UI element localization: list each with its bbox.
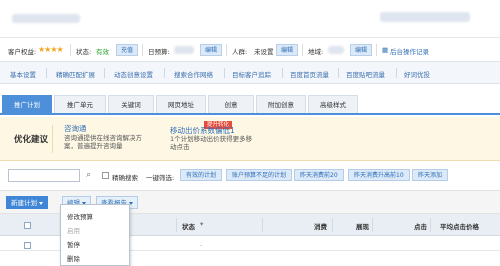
chevron-down-icon — [39, 201, 43, 205]
consult-link[interactable]: 咨询通 — [64, 123, 87, 134]
region-edit-button[interactable]: 编辑 — [350, 44, 373, 56]
edit-dropdown-menu: 修改预算 启用 暂停 删除 — [60, 204, 130, 266]
tool-good-words[interactable]: 好词优投 — [404, 69, 430, 79]
blurred-budget-value — [174, 46, 194, 54]
new-plan-button[interactable]: 新建计划 — [6, 196, 48, 209]
col-impressions[interactable]: 展现 — [356, 221, 369, 231]
blurred-region-value — [328, 46, 344, 54]
select-all-checkbox[interactable] — [24, 222, 31, 229]
tab-url[interactable]: 网页地址 — [156, 95, 206, 113]
tab-extra-creative[interactable]: 附加创意 — [256, 95, 306, 113]
blurred-logo — [12, 14, 80, 23]
row-checkbox[interactable] — [24, 242, 31, 249]
optimization-panel: 优化建议 咨询通 咨询通提供在线咨询解决方 案，普遍提升咨询量 提升转化 移动出… — [0, 117, 500, 161]
tool-dynamic-creative[interactable]: 动态创意设置 — [114, 69, 153, 79]
mobile-bid-desc-1: 1个计划移动出价获得更多移 — [170, 135, 253, 143]
consult-desc-2: 案，普遍提升咨询量 — [64, 142, 123, 150]
budget-edit-button[interactable]: 编辑 — [200, 44, 223, 56]
tool-customer-tracking[interactable]: 目标客户追踪 — [232, 69, 271, 79]
quick-filter-label: 一键筛选: — [146, 174, 175, 182]
rank-stars-icon: ★★★★ — [38, 45, 64, 54]
tool-search-network[interactable]: 搜索合作网络 — [174, 69, 213, 79]
menu-item-enable[interactable]: 启用 — [67, 225, 80, 235]
operation-log-link[interactable]: 后台操作记录 — [390, 46, 429, 56]
tool-tabs-row: 基本设置 精确匹配扩展 动态创意设置 搜索合作网络 目标客户追踪 百度首页流量 … — [0, 62, 500, 84]
row-status-placeholder: - — [200, 241, 203, 249]
status-value: 有效 — [96, 48, 109, 56]
search-icon[interactable]: ⌕ — [86, 170, 91, 180]
chip-top20-spend[interactable]: 昨天消费前20 — [294, 169, 344, 181]
filter-icon[interactable]: ▾ — [200, 220, 203, 228]
people-edit-button[interactable]: 编辑 — [276, 44, 299, 56]
tab-ad-group[interactable]: 推广单元 — [54, 95, 106, 113]
menu-item-modify-budget[interactable]: 修改预算 — [67, 211, 93, 221]
tool-basic-settings[interactable]: 基本设置 — [10, 69, 36, 79]
balance-label: 客户权益: — [8, 48, 37, 56]
tool-exact-match[interactable]: 精确匹配扩展 — [56, 69, 95, 79]
col-status[interactable]: 状态 — [182, 221, 195, 231]
suggestion-title: 优化建议 — [14, 135, 49, 145]
col-spend[interactable]: 消费 — [314, 221, 327, 231]
tool-baidu-tieba[interactable]: 百度贴吧流量 — [346, 69, 385, 79]
chip-spend-rise-top10[interactable]: 昨天消费升高前10 — [348, 169, 410, 181]
chip-added-yesterday[interactable]: 昨天添加 — [412, 169, 449, 181]
blurred-user-info — [380, 12, 470, 22]
account-info-bar: 客户权益: ★★★★ 状态: 有效 充值 日预算: 编辑 人群: 未设置 编辑 … — [0, 38, 500, 62]
tool-baidu-homepage[interactable]: 百度首页流量 — [290, 69, 329, 79]
status-label: 状态: — [76, 48, 92, 56]
main-tabs: 推广计划 推广单元 关键词 网页地址 创意 附加创意 高级样式 — [0, 95, 500, 115]
filter-row: ⌕ 精确搜索 一键筛选: 有效的计划 账户预算不足的计划 昨天消费前20 昨天消… — [0, 165, 500, 187]
col-clicks[interactable]: 点击 — [414, 221, 427, 231]
menu-item-delete[interactable]: 删除 — [67, 253, 80, 263]
log-icon[interactable]: ▦ — [382, 46, 388, 54]
budget-label: 日预算: — [148, 48, 170, 56]
mobile-bid-desc-2: 动点击 — [170, 143, 190, 151]
chip-budget-insufficient[interactable]: 账户预算不足的计划 — [226, 169, 293, 181]
exact-search-label: 精确搜索 — [112, 174, 138, 182]
chip-active-plans[interactable]: 有效的计划 — [180, 169, 223, 181]
exact-search-checkbox[interactable] — [102, 172, 109, 179]
tab-creative[interactable]: 创意 — [208, 95, 254, 113]
tab-keyword[interactable]: 关键词 — [108, 95, 154, 113]
consult-desc-1: 咨询通提供在线咨询解决方 — [64, 134, 142, 142]
search-input[interactable] — [8, 169, 80, 182]
top-header — [0, 0, 500, 38]
menu-item-pause[interactable]: 暂停 — [67, 239, 80, 249]
col-avg-cpc[interactable]: 平均点击价格 — [440, 221, 479, 231]
tab-campaign[interactable]: 推广计划 — [2, 95, 52, 113]
region-label: 地域: — [308, 48, 324, 56]
recharge-button[interactable]: 充值 — [116, 44, 139, 56]
people-label: 人群: — [232, 48, 248, 56]
tab-advanced-style[interactable]: 高级样式 — [308, 95, 358, 113]
people-value: 未设置 — [254, 48, 274, 56]
